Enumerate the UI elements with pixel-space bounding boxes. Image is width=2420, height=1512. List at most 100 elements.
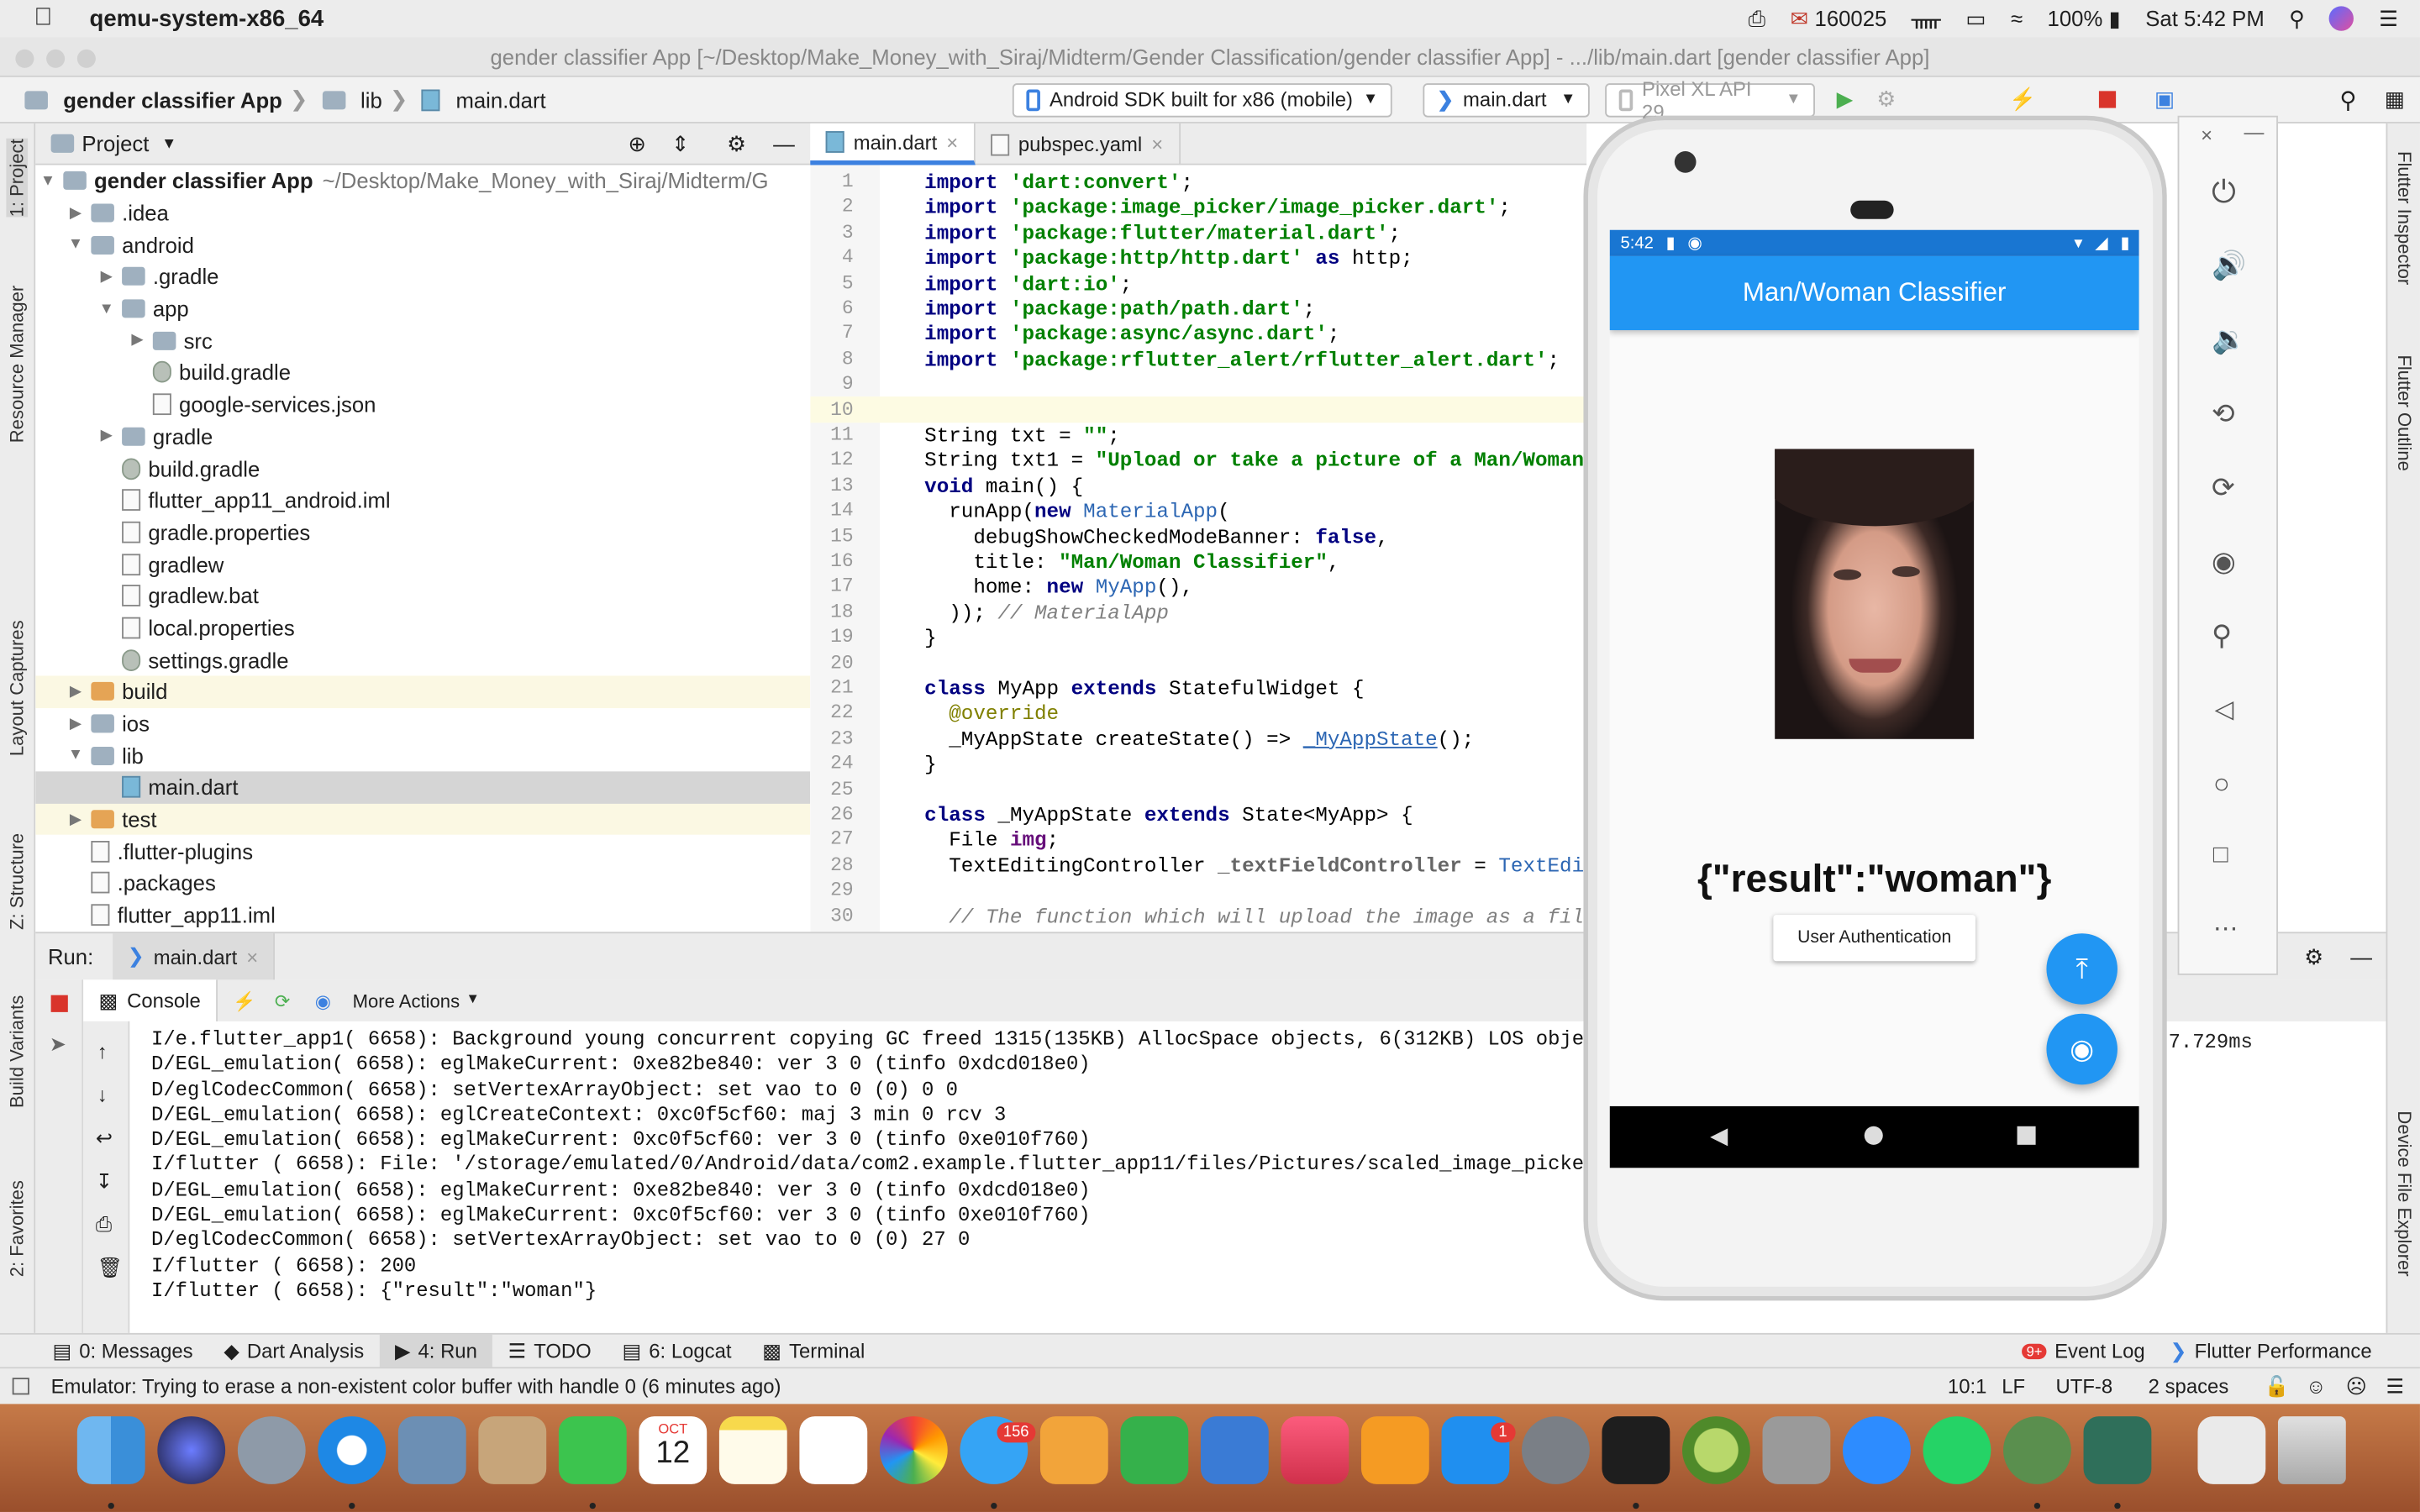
arrow-down-icon[interactable]: ↓ bbox=[97, 1083, 108, 1106]
hot-reload-icon[interactable]: ⚡ bbox=[2009, 87, 2036, 113]
back-icon[interactable]: ◁ bbox=[2215, 695, 2234, 726]
hide-icon[interactable]: — bbox=[773, 131, 795, 155]
tree-item[interactable]: flutter_app11_android.iml bbox=[35, 484, 810, 516]
line-separator[interactable]: LF bbox=[2002, 1374, 2025, 1398]
tree-item[interactable]: gradlew.bat bbox=[35, 580, 810, 612]
tab-console[interactable]: ▩ Console bbox=[83, 979, 218, 1021]
camera-fab[interactable]: ◉ bbox=[2046, 1013, 2118, 1085]
rotate-left-icon[interactable]: ⟲ bbox=[2212, 398, 2235, 431]
tree-item[interactable]: local.properties bbox=[35, 612, 810, 643]
contacts-icon[interactable] bbox=[478, 1416, 547, 1484]
siri-app-icon[interactable] bbox=[157, 1416, 226, 1484]
layout-icon[interactable]: ▦ bbox=[2385, 87, 2405, 113]
device-manager-icon[interactable]: ▣ bbox=[2154, 87, 2175, 113]
tree-item[interactable]: ▼ lib bbox=[35, 739, 810, 771]
printer-icon[interactable]: ⎙ bbox=[1749, 5, 1766, 31]
gear-icon[interactable]: ⚙ bbox=[727, 130, 746, 156]
run-config-selector[interactable]: ❯ main.dart ▼ bbox=[1423, 82, 1590, 117]
notes-icon[interactable] bbox=[718, 1416, 787, 1484]
terminal-app-icon[interactable] bbox=[1602, 1416, 1670, 1484]
logcat-tool-button[interactable]: ▤ 6: Logcat bbox=[607, 1334, 747, 1368]
hot-reload-icon[interactable]: ⚡ bbox=[233, 990, 255, 1011]
run-tab-main-dart[interactable]: ❯ main.dart × bbox=[112, 932, 276, 981]
run-tool-button[interactable]: ▶ 4: Run bbox=[379, 1333, 493, 1368]
tree-item[interactable]: ▶ gradle bbox=[35, 421, 810, 453]
tree-item[interactable]: ▶ test bbox=[35, 803, 811, 836]
tree-item[interactable]: .packages bbox=[35, 867, 810, 899]
keynote-icon[interactable] bbox=[1200, 1416, 1269, 1484]
tree-item[interactable]: ▶ build bbox=[35, 675, 811, 708]
print-icon[interactable]: ⎙ bbox=[96, 1213, 112, 1237]
tree-item[interactable]: build.gradle bbox=[35, 357, 810, 389]
numbers-icon[interactable] bbox=[1120, 1416, 1189, 1484]
debug-icon[interactable]: ⚙ bbox=[1876, 87, 1896, 113]
breadcrumb-lib[interactable]: lib bbox=[360, 87, 382, 112]
launchpad-icon[interactable] bbox=[237, 1416, 306, 1484]
structure-tool-button[interactable]: Z: Structure bbox=[6, 833, 28, 930]
more-icon[interactable]: ⋯ bbox=[2213, 913, 2238, 944]
tree-item[interactable]: ▶ ios bbox=[35, 707, 810, 739]
clock[interactable]: Sat 5:42 PM bbox=[2145, 6, 2265, 30]
finder-icon[interactable] bbox=[76, 1416, 145, 1484]
soft-wrap-icon[interactable]: ↩ bbox=[96, 1126, 113, 1151]
user-authentication-button[interactable]: User Authentication bbox=[1773, 915, 1975, 962]
terminal-tool-button[interactable]: ▩ Terminal bbox=[747, 1334, 881, 1368]
happy-face-icon[interactable]: ☺ bbox=[2306, 1374, 2326, 1398]
close-icon[interactable]: × bbox=[946, 130, 958, 154]
stop-icon[interactable] bbox=[2098, 91, 2117, 108]
gear-icon[interactable]: ⚙ bbox=[2304, 943, 2323, 969]
upload-fab[interactable]: ⤒ bbox=[2046, 933, 2118, 1005]
tree-root[interactable]: ▼ gender classifier App ~/Desktop/Make_Mon… bbox=[35, 165, 810, 197]
scroll-to-end-icon[interactable]: ↧ bbox=[96, 1169, 113, 1194]
flutter-outline-tool-button[interactable]: Flutter Outline bbox=[2394, 354, 2416, 470]
indent-setting[interactable]: 2 spaces bbox=[2149, 1374, 2229, 1398]
collapse-all-icon[interactable]: ⇕ bbox=[671, 130, 690, 156]
breadcrumb-project[interactable]: gender classifier App bbox=[63, 87, 282, 112]
tree-item[interactable]: build.gradle bbox=[35, 452, 810, 484]
minimize-icon[interactable]: — bbox=[2244, 120, 2265, 144]
caret-position[interactable]: 10:1 bbox=[1948, 1374, 1986, 1398]
mail-counter[interactable]: ✉ 160025 bbox=[1791, 5, 1887, 31]
screenshot-icon[interactable]: ◉ bbox=[2212, 546, 2236, 579]
trash-icon[interactable] bbox=[2277, 1416, 2346, 1484]
wifi-icon[interactable]: ≈ bbox=[2011, 6, 2023, 30]
recents-nav-icon[interactable] bbox=[2017, 1126, 2036, 1145]
pages-icon[interactable] bbox=[1039, 1416, 1108, 1484]
arrow-up-icon[interactable]: ↑ bbox=[97, 1040, 108, 1063]
code-editor[interactable]: 1 2 3 4 5 6 7 8 9 10 11 12 13 14 15 16 17 18 19 20 21 22 23 24 2… bbox=[810, 165, 1587, 932]
zoom-icon[interactable]: ⚲ bbox=[2212, 620, 2232, 653]
tree-item[interactable]: ▶ .gradle bbox=[35, 261, 810, 293]
overview-icon[interactable]: □ bbox=[2213, 843, 2228, 870]
home-nav-icon[interactable] bbox=[1864, 1126, 1883, 1145]
trash-icon[interactable]: 🗑 bbox=[97, 1256, 123, 1280]
tab-pubspec[interactable]: pubspec.yaml × bbox=[975, 123, 1181, 165]
facetime-icon[interactable] bbox=[558, 1416, 627, 1484]
todo-tool-button[interactable]: ☰ TODO bbox=[492, 1334, 607, 1368]
project-view-selector[interactable]: Project bbox=[82, 131, 149, 155]
close-icon[interactable]: × bbox=[2201, 123, 2212, 147]
siri-icon[interactable] bbox=[2329, 6, 2354, 31]
preview-icon[interactable] bbox=[397, 1416, 466, 1484]
dart-analysis-tool-button[interactable]: ◆ Dart Analysis bbox=[208, 1334, 380, 1368]
event-log-tool-button[interactable]: 9+ Event Log bbox=[2007, 1334, 2160, 1368]
battery-status[interactable]: 100% ▮ bbox=[2048, 5, 2121, 31]
notifications-icon[interactable]: ☰ bbox=[2386, 1374, 2404, 1399]
apple-icon[interactable]:  bbox=[34, 5, 52, 33]
more-actions-menu[interactable]: More Actions ▼ bbox=[353, 990, 480, 1011]
tree-item[interactable]: ▼ app bbox=[35, 293, 810, 325]
close-icon[interactable]: × bbox=[246, 945, 258, 969]
sad-face-icon[interactable]: ☹ bbox=[2346, 1374, 2367, 1399]
pin-icon[interactable]: ➤ bbox=[50, 1032, 66, 1057]
emulator-screen[interactable]: 5:42 ▮ ◉ ▾ ◢ ▮ Man/Woman Classifier {"re… bbox=[1609, 229, 2139, 1168]
favorites-tool-button[interactable]: 2: Favorites bbox=[6, 1180, 28, 1277]
photos-icon[interactable] bbox=[879, 1416, 948, 1484]
android-studio-icon[interactable] bbox=[2003, 1416, 2071, 1484]
hide-icon[interactable]: — bbox=[2350, 944, 2372, 969]
active-app-name[interactable]: qemu-system-x86_64 bbox=[90, 5, 324, 31]
home-icon[interactable]: ○ bbox=[2213, 769, 2230, 801]
music-icon[interactable] bbox=[1281, 1416, 1349, 1484]
emulator-app-icon[interactable] bbox=[2083, 1416, 2152, 1484]
locate-icon[interactable]: ⊕ bbox=[629, 130, 647, 156]
flutter-inspector-tool-button[interactable]: Flutter Inspector bbox=[2394, 151, 2416, 285]
zoom-app-icon[interactable] bbox=[1843, 1416, 1911, 1484]
